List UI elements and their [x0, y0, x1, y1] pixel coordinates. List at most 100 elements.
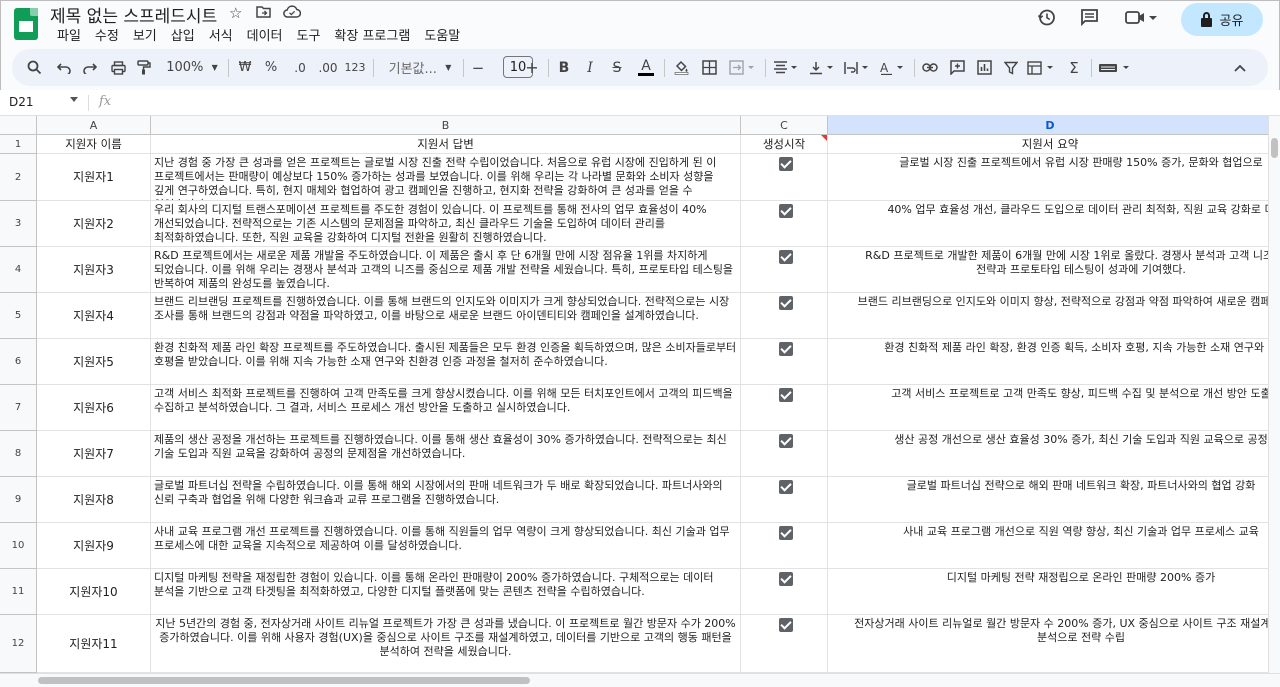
applicant-name-cell[interactable]: 지원자10: [37, 569, 151, 615]
borders-icon[interactable]: [700, 49, 718, 86]
meet-icon[interactable]: [1125, 8, 1159, 31]
checkbox-checked-icon[interactable]: [779, 480, 793, 494]
menu-extensions[interactable]: 확장 프로그램: [327, 25, 417, 44]
summary-cell[interactable]: 디지털 마케팅 전략 재정립으로 온라인 판매량 200% 증가: [828, 569, 1268, 615]
answer-cell[interactable]: 브랜드 리브랜딩 프로젝트를 진행하였습니다. 이를 통해 브랜드의 인지도와 …: [151, 293, 741, 339]
summary-cell[interactable]: R&D 프로젝트로 개발한 제품이 6개월 만에 시장 1위로 올랐다. 경쟁사…: [828, 247, 1268, 293]
generate-checkbox-cell[interactable]: [741, 523, 828, 569]
comment-indicator[interactable]: [821, 135, 827, 141]
row-header[interactable]: 7: [0, 385, 37, 431]
menu-file[interactable]: 파일: [50, 25, 88, 44]
header-cell-generate[interactable]: 생성시작: [741, 135, 828, 154]
summary-cell[interactable]: 전자상거래 사이트 리뉴얼로 월간 방문자 수 200% 증가, UX 중심으로…: [828, 615, 1268, 673]
answer-cell[interactable]: 글로벌 파트너십 전략을 수립하였습니다. 이를 통해 해외 시장에서의 판매 …: [151, 477, 741, 523]
insert-link-icon[interactable]: [920, 49, 940, 86]
filter-icon[interactable]: [1001, 49, 1021, 86]
name-box[interactable]: D21: [9, 95, 34, 109]
answer-cell[interactable]: R&D 프로젝트에서는 새로운 제품 개발을 주도하였습니다. 이 제품은 출시…: [151, 247, 741, 293]
undo-icon[interactable]: [54, 49, 74, 86]
decrease-decimal-button[interactable]: .0: [289, 49, 311, 86]
checkbox-checked-icon[interactable]: [779, 157, 793, 171]
row-header[interactable]: 5: [0, 293, 37, 339]
generate-checkbox-cell[interactable]: [741, 477, 828, 523]
fill-color-icon[interactable]: [672, 49, 690, 86]
strikethrough-button[interactable]: S: [609, 49, 625, 86]
collapse-toolbar-icon[interactable]: [1230, 49, 1250, 86]
checkbox-checked-icon[interactable]: [779, 204, 793, 218]
row-header[interactable]: 3: [0, 201, 37, 247]
answer-cell[interactable]: 사내 교육 프로그램 개선 프로젝트를 진행하였습니다. 이를 통해 직원들의 …: [151, 523, 741, 569]
checkbox-checked-icon[interactable]: [779, 296, 793, 310]
summary-cell[interactable]: 브랜드 리브랜딩으로 인지도와 이미지 향상, 전략적으로 강점과 약점 파악하…: [828, 293, 1268, 339]
applicant-name-cell[interactable]: 지원자8: [37, 477, 151, 523]
applicant-name-cell[interactable]: 지원자11: [37, 615, 151, 673]
applicant-name-cell[interactable]: 지원자4: [37, 293, 151, 339]
print-icon[interactable]: [108, 49, 128, 86]
answer-cell[interactable]: 우리 회사의 디지털 트랜스포메이션 프로젝트를 주도한 경험이 있습니다. 이…: [151, 201, 741, 247]
input-tools-icon[interactable]: [1096, 49, 1136, 86]
generate-checkbox-cell[interactable]: [741, 615, 828, 673]
summary-cell[interactable]: 글로벌 시장 진출 프로젝트에서 유럽 시장 판매량 150% 증가, 문화와 …: [828, 154, 1268, 201]
answer-cell[interactable]: 환경 친화적 제품 라인 확장 프로젝트를 주도하였습니다. 출시된 제품들은 …: [151, 339, 741, 385]
checkbox-checked-icon[interactable]: [779, 434, 793, 448]
align-horizontal-icon[interactable]: [772, 49, 802, 86]
menu-help[interactable]: 도움말: [417, 25, 467, 44]
summary-cell[interactable]: 40% 업무 효율성 개선, 클라우드 도입으로 데이터 관리 최적화, 직원 …: [828, 201, 1268, 247]
history-icon[interactable]: [1037, 8, 1056, 32]
generate-checkbox-cell[interactable]: [741, 569, 828, 615]
row-header[interactable]: 9: [0, 477, 37, 523]
answer-cell[interactable]: 고객 서비스 최적화 프로젝트를 진행하여 고객 만족도를 크게 향상시켰습니다…: [151, 385, 741, 431]
currency-format-button[interactable]: ₩: [236, 49, 254, 86]
header-cell-name[interactable]: 지원자 이름: [37, 135, 151, 154]
generate-checkbox-cell[interactable]: [741, 431, 828, 477]
font-size-increase-button[interactable]: +: [524, 49, 540, 86]
checkbox-checked-icon[interactable]: [779, 388, 793, 402]
zoom-select[interactable]: 100% ▼: [162, 49, 222, 86]
text-wrap-icon[interactable]: [843, 49, 873, 86]
text-color-button[interactable]: A: [636, 49, 656, 86]
horizontal-scroll-thumb[interactable]: [38, 677, 530, 684]
number-format-button[interactable]: 123: [345, 49, 366, 86]
chevron-down-icon[interactable]: [70, 97, 78, 102]
row-header[interactable]: 11: [0, 569, 37, 615]
applicant-name-cell[interactable]: 지원자7: [37, 431, 151, 477]
functions-button[interactable]: Σ: [1064, 49, 1084, 86]
row-header[interactable]: 2: [0, 154, 37, 201]
cloud-status-icon[interactable]: [283, 4, 302, 22]
row-header[interactable]: 12: [0, 615, 37, 673]
generate-checkbox-cell[interactable]: [741, 385, 828, 431]
font-size-decrease-button[interactable]: −: [471, 49, 485, 86]
checkbox-checked-icon[interactable]: [779, 618, 793, 632]
checkbox-checked-icon[interactable]: [779, 526, 793, 540]
checkbox-checked-icon[interactable]: [779, 342, 793, 356]
generate-checkbox-cell[interactable]: [741, 201, 828, 247]
summary-cell[interactable]: 고객 서비스 프로젝트로 고객 만족도 향상, 피드백 수집 및 분석으로 개선…: [828, 385, 1268, 431]
answer-cell[interactable]: 지난 경험 중 가장 큰 성과를 얻은 프로젝트는 글로벌 시장 진출 전략 수…: [151, 154, 741, 201]
summary-cell[interactable]: 글로벌 파트너십 전략으로 해외 판매 네트워크 확장, 파트너사와의 협업 강…: [828, 477, 1268, 523]
move-folder-icon[interactable]: [256, 4, 271, 22]
menu-format[interactable]: 서식: [202, 25, 240, 44]
sheets-logo-icon[interactable]: [14, 8, 38, 40]
menu-data[interactable]: 데이터: [240, 25, 290, 44]
header-cell-answer[interactable]: 지원서 답변: [151, 135, 741, 154]
column-header-a[interactable]: A: [37, 116, 151, 135]
font-select[interactable]: 기본값... ▼: [384, 49, 456, 86]
vertical-scrollbar[interactable]: [1268, 116, 1280, 673]
share-button[interactable]: 공유: [1181, 3, 1263, 36]
text-rotation-icon[interactable]: A: [878, 49, 908, 86]
applicant-name-cell[interactable]: 지원자6: [37, 385, 151, 431]
header-cell-summary[interactable]: 지원서 요약: [828, 135, 1268, 154]
column-header-d[interactable]: D: [828, 116, 1268, 135]
checkbox-checked-icon[interactable]: [779, 250, 793, 264]
doc-title[interactable]: 제목 없는 스프레드시트: [50, 2, 217, 27]
column-header-c[interactable]: C: [741, 116, 828, 135]
column-header-b[interactable]: B: [151, 116, 741, 135]
applicant-name-cell[interactable]: 지원자9: [37, 523, 151, 569]
vertical-scroll-thumb[interactable]: [1271, 138, 1278, 158]
filter-views-icon[interactable]: [1025, 49, 1059, 86]
generate-checkbox-cell[interactable]: [741, 247, 828, 293]
generate-checkbox-cell[interactable]: [741, 339, 828, 385]
applicant-name-cell[interactable]: 지원자1: [37, 154, 151, 201]
answer-cell[interactable]: 지난 5년간의 경험 중, 전자상거래 사이트 리뉴얼 프로젝트가 가장 큰 성…: [151, 615, 741, 673]
applicant-name-cell[interactable]: 지원자3: [37, 247, 151, 293]
